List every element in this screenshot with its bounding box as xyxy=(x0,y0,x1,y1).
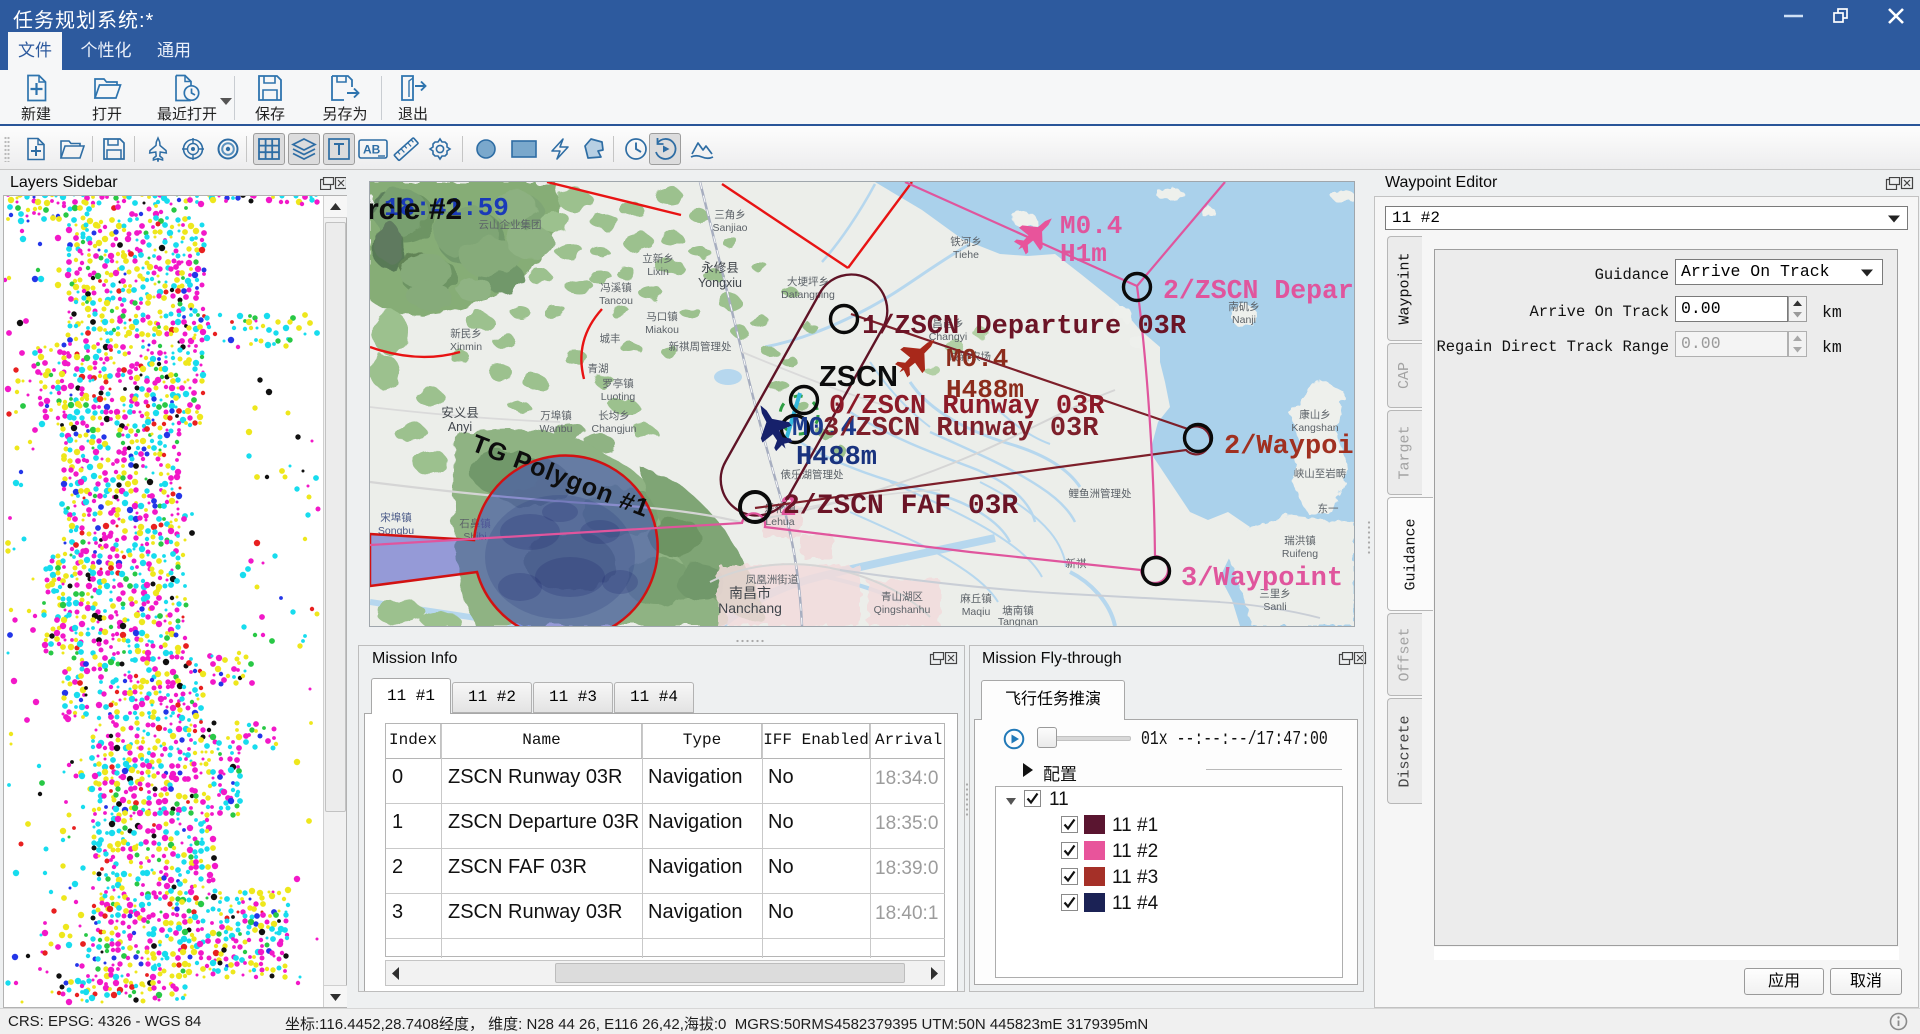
svg-text:长均乡: 长均乡 xyxy=(598,410,630,422)
svg-text:Tancou: Tancou xyxy=(599,295,633,307)
svg-text:万埠镇: 万埠镇 xyxy=(540,409,572,422)
svg-text:城丰: 城丰 xyxy=(600,332,621,345)
svg-text:青湖: 青湖 xyxy=(588,362,609,375)
svg-text:新祺周管理处: 新祺周管理处 xyxy=(669,340,732,353)
svg-text:Miakou: Miakou xyxy=(645,324,679,336)
svg-text:H1m: H1m xyxy=(1060,239,1107,269)
svg-text:宋埠镇: 宋埠镇 xyxy=(380,511,412,524)
svg-text:Qingshanhu: Qingshanhu xyxy=(874,604,931,616)
svg-text:永修县: 永修县 xyxy=(701,260,739,275)
svg-text:冯溪镇: 冯溪镇 xyxy=(600,281,632,294)
svg-text:Yongxiu: Yongxiu xyxy=(698,276,742,290)
svg-text:康山乡: 康山乡 xyxy=(1299,408,1331,421)
svg-text:瑞洪镇: 瑞洪镇 xyxy=(1284,534,1316,547)
svg-text:1/ZSCN Departure 03R: 1/ZSCN Departure 03R xyxy=(862,312,1187,342)
svg-text:峡山至岩畴: 峡山至岩畴 xyxy=(1294,467,1347,480)
svg-text:铁河乡: 铁河乡 xyxy=(950,235,982,248)
svg-text:H488m: H488m xyxy=(796,443,877,473)
svg-text:新民乡: 新民乡 xyxy=(450,327,482,340)
svg-text:马口镇: 马口镇 xyxy=(646,310,678,323)
svg-text:南昌市: 南昌市 xyxy=(729,585,771,601)
svg-text:AB: AB xyxy=(363,143,381,157)
svg-text:rcle #2: rcle #2 xyxy=(370,193,462,226)
svg-text:鲤鱼洲管理处: 鲤鱼洲管理处 xyxy=(1069,487,1132,500)
svg-text:M0.4: M0.4 xyxy=(946,344,1008,374)
svg-text:H488m: H488m xyxy=(946,375,1024,405)
svg-text:2/Waypoint: 2/Waypoint xyxy=(1224,432,1354,462)
svg-text:立新乡: 立新乡 xyxy=(642,252,674,265)
svg-text:ZSCN: ZSCN xyxy=(819,361,898,393)
svg-text:Ruifeng: Ruifeng xyxy=(1282,548,1318,560)
svg-text:安义县: 安义县 xyxy=(441,405,479,420)
svg-text:2/ZSCN FAF 03R: 2/ZSCN FAF 03R xyxy=(783,491,1018,522)
svg-text:麻丘镇: 麻丘镇 xyxy=(960,592,992,605)
svg-text:大埂坪乡: 大埂坪乡 xyxy=(787,275,829,288)
svg-text:M0.4: M0.4 xyxy=(1060,211,1122,241)
svg-text:Maqiu: Maqiu xyxy=(962,606,991,618)
svg-text:Tiehe: Tiehe xyxy=(953,249,979,261)
svg-text:东一: 东一 xyxy=(1318,502,1340,515)
svg-text:Anyi: Anyi xyxy=(448,420,472,434)
svg-text:Tangnan: Tangnan xyxy=(998,616,1038,626)
svg-text:Sanjiao: Sanjiao xyxy=(712,222,747,234)
svg-text:3/Waypoint: 3/Waypoint xyxy=(1181,564,1343,594)
svg-text:2/ZSCN Departure: 2/ZSCN Departure xyxy=(1163,276,1354,306)
svg-text:罗亭镇: 罗亭镇 xyxy=(602,377,634,390)
svg-text:Sanli: Sanli xyxy=(1263,601,1286,613)
svg-text:Nanchang: Nanchang xyxy=(718,600,782,616)
svg-text:Datangping: Datangping xyxy=(781,289,835,301)
svg-text:三角乡: 三角乡 xyxy=(714,209,746,221)
svg-text:Luoting: Luoting xyxy=(601,391,636,403)
svg-text:3/ZSCN Runway 03R: 3/ZSCN Runway 03R xyxy=(823,414,1099,444)
svg-text:Changjun: Changjun xyxy=(592,423,637,435)
svg-text:Lixin: Lixin xyxy=(647,266,669,278)
svg-text:青山湖区: 青山湖区 xyxy=(881,590,923,603)
svg-text:Wanbu: Wanbu xyxy=(540,423,573,435)
svg-text:Xinmin: Xinmin xyxy=(450,341,482,353)
svg-text:Nanji: Nanji xyxy=(1232,314,1256,326)
